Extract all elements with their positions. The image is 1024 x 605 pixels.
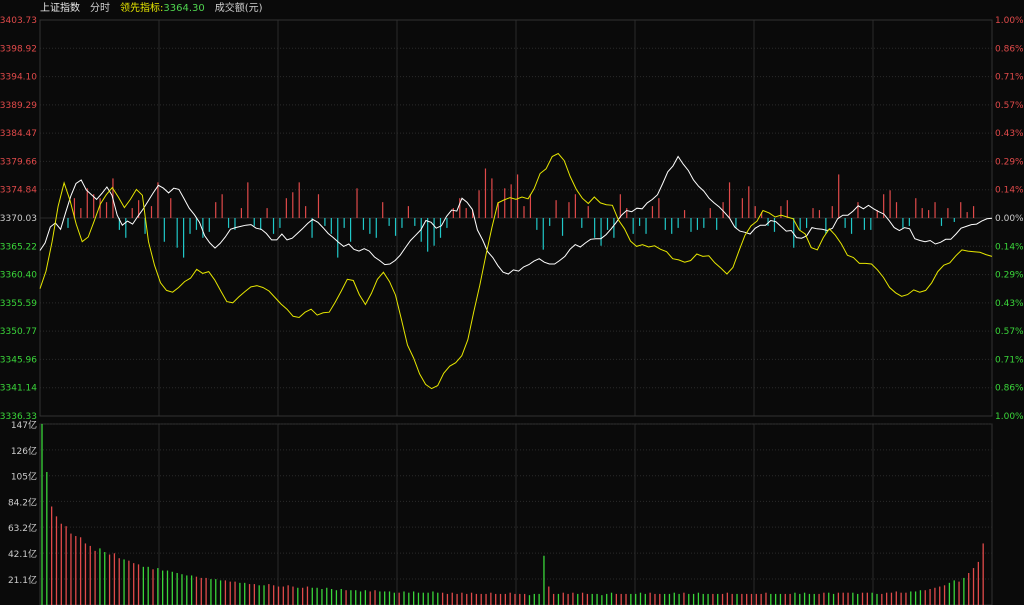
y-tick-label-right: 0.57% xyxy=(995,327,1024,337)
y-tick-label-left: 3394.10 xyxy=(0,73,37,83)
y-tick-label-left: 3360.40 xyxy=(0,271,37,281)
y-tick-label-left: 3345.96 xyxy=(0,355,37,365)
axis-labels: 3403.73 1.00% 3398.92 0.86% 3394.10 0.71% 3389… xyxy=(0,16,1024,586)
y-tick-label-left: 3384.47 xyxy=(0,129,37,139)
y-tick-label-left: 3341.14 xyxy=(0,384,37,394)
y-tick-label-right: 0.29% xyxy=(995,271,1024,281)
y-tick-label-right: 0.71% xyxy=(995,73,1024,83)
y-tick-label-right: 0.71% xyxy=(995,355,1024,365)
volume-tick-label: 63.2亿 xyxy=(8,522,37,534)
volume-tick-label: 126亿 xyxy=(11,445,37,457)
y-tick-label-right: 1.00% xyxy=(995,16,1024,26)
volume-tick-label: 21.1亿 xyxy=(8,574,37,586)
y-tick-label-left: 3365.22 xyxy=(0,242,37,252)
y-tick-label-right: 0.00% xyxy=(995,214,1024,224)
y-tick-label-left: 3403.73 xyxy=(0,16,37,26)
y-tick-label-right: 0.29% xyxy=(995,157,1024,167)
volume-bars xyxy=(41,424,984,605)
y-tick-label-left: 3374.84 xyxy=(0,186,37,196)
y-tick-label-left: 3379.66 xyxy=(0,157,37,167)
change-bars xyxy=(67,168,975,258)
volume-tick-label: 84.2亿 xyxy=(8,496,37,508)
y-tick-label-right: 0.43% xyxy=(995,129,1024,139)
y-tick-label-right: 1.00% xyxy=(995,412,1024,422)
y-tick-label-left: 3370.03 xyxy=(0,214,37,224)
y-tick-label-right: 0.57% xyxy=(995,101,1024,111)
y-tick-label-left: 3350.77 xyxy=(0,327,37,337)
y-tick-label-right: 0.14% xyxy=(995,242,1024,252)
volume-tick-label: 42.1亿 xyxy=(8,548,37,560)
y-tick-label-left: 3389.29 xyxy=(0,101,37,111)
y-tick-label-right: 0.14% xyxy=(995,186,1024,196)
y-tick-label-left: 3355.59 xyxy=(0,299,37,309)
y-tick-label-left: 3398.92 xyxy=(0,44,37,54)
volume-tick-label: 105亿 xyxy=(11,471,37,483)
grid xyxy=(39,19,993,605)
y-tick-label-right: 0.86% xyxy=(995,44,1024,54)
volume-tick-label: 147亿 xyxy=(11,419,37,431)
y-tick-label-right: 0.43% xyxy=(995,299,1024,309)
y-tick-label-right: 0.86% xyxy=(995,384,1024,394)
intraday-chart[interactable]: 3403.73 1.00% 3398.92 0.86% 3394.10 0.71% 3389… xyxy=(0,0,1024,605)
